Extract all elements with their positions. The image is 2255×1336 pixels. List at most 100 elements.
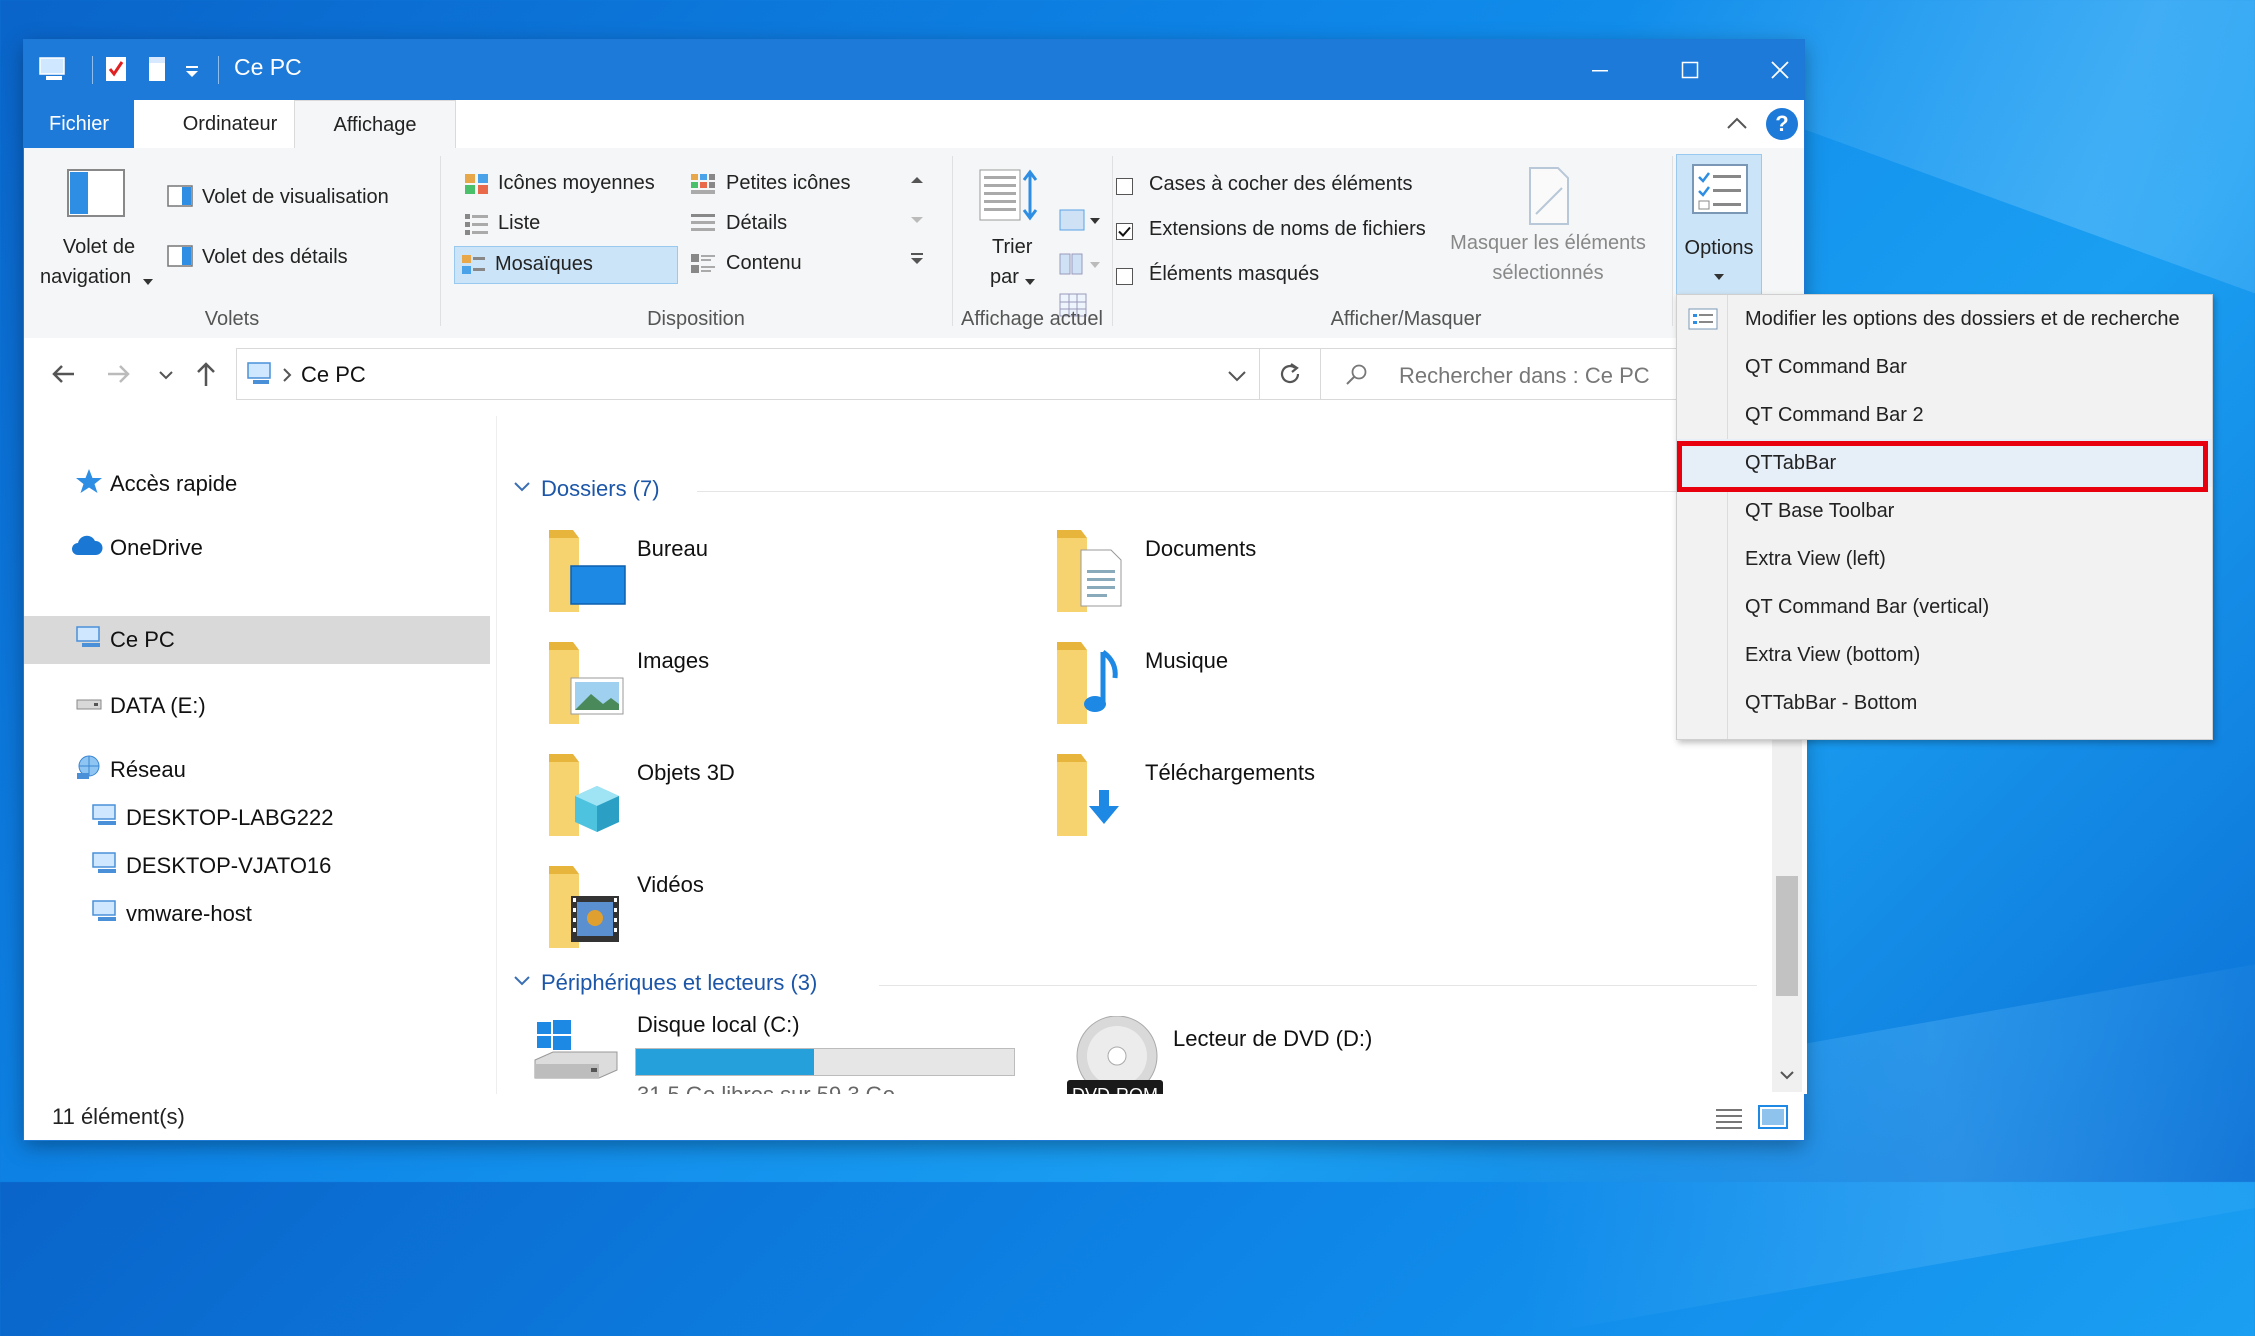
- menu-item-qttabbar-bottom[interactable]: QTTabBar - Bottom: [1677, 679, 2212, 727]
- preview-pane-button[interactable]: Volet de visualisation: [202, 186, 389, 209]
- layout-content[interactable]: Contenu: [684, 246, 904, 282]
- hidden-items-label[interactable]: Éléments masqués: [1149, 263, 1319, 286]
- navigation-pane-label[interactable]: Volet de: [58, 236, 140, 259]
- hide-selected-icon[interactable]: [1526, 166, 1572, 231]
- menu-item-extra-view-bottom[interactable]: Extra View (bottom): [1677, 631, 2212, 679]
- file-extensions-checkbox[interactable]: [1116, 223, 1133, 240]
- customize-quick-access-icon[interactable]: [182, 60, 202, 85]
- file-extensions-label[interactable]: Extensions de noms de fichiers: [1149, 218, 1426, 241]
- folder-musique[interactable]: Musique: [1055, 638, 1475, 738]
- folder-downloads[interactable]: Téléchargements: [1055, 750, 1475, 850]
- chevron-up-icon[interactable]: [1724, 112, 1750, 141]
- scrollbar-thumb[interactable]: [1776, 876, 1798, 996]
- desktop-folder-icon: [547, 526, 627, 621]
- sidebar-item-onedrive[interactable]: OneDrive: [24, 524, 494, 572]
- gallery-scroll-up-icon[interactable]: [910, 172, 924, 190]
- address-bar[interactable]: Ce PC: [236, 348, 1321, 400]
- computer-icon: [74, 624, 104, 656]
- back-arrow-icon[interactable]: [50, 362, 76, 391]
- maximize-button[interactable]: [1644, 40, 1736, 100]
- sidebar-item-this-pc[interactable]: Ce PC: [24, 616, 490, 664]
- chevron-down-icon[interactable]: [513, 974, 531, 992]
- group-separator: [952, 156, 953, 326]
- gallery-expand-icon[interactable]: [910, 252, 924, 271]
- small-icons-label: Petites icônes: [726, 172, 851, 194]
- computer-icon[interactable]: [38, 54, 70, 89]
- close-button[interactable]: [1734, 40, 1826, 100]
- folder-images[interactable]: Images: [547, 638, 967, 738]
- minimize-button[interactable]: [1554, 40, 1646, 100]
- menu-item-qt-base-toolbar[interactable]: QT Base Toolbar: [1677, 487, 2212, 535]
- folder-documents[interactable]: Documents: [1055, 526, 1475, 626]
- disk-usage-bar: [635, 1048, 1015, 1076]
- details-pane-icon[interactable]: [166, 244, 194, 273]
- menu-item-qt-command-bar-vertical[interactable]: QT Command Bar (vertical): [1677, 583, 2212, 631]
- address-dropdown-icon[interactable]: [1227, 369, 1247, 388]
- folder-3d-objects[interactable]: Objets 3D: [547, 750, 967, 850]
- separator: [92, 56, 93, 84]
- chevron-down-icon: [1713, 269, 1725, 287]
- sidebar-item-data-drive[interactable]: DATA (E:): [24, 682, 494, 730]
- menu-item-label: QTTabBar - Bottom: [1745, 691, 1918, 714]
- recent-locations-icon[interactable]: [158, 368, 174, 386]
- chevron-down-icon[interactable]: [142, 274, 154, 292]
- details-pane-button[interactable]: Volet des détails: [202, 246, 348, 269]
- scroll-down-icon[interactable]: [1778, 1068, 1796, 1087]
- preview-pane-icon[interactable]: [166, 184, 194, 213]
- folders-section-header[interactable]: Dossiers (7): [541, 476, 660, 502]
- help-icon[interactable]: ?: [1766, 108, 1798, 140]
- tab-file[interactable]: Fichier: [24, 100, 134, 148]
- search-input[interactable]: Rechercher dans : Ce PC: [1399, 363, 1650, 389]
- device-dvd-drive[interactable]: DVD-ROM Lecteur de DVD (D:): [1067, 1015, 1487, 1110]
- forward-arrow-icon[interactable]: [106, 362, 132, 391]
- folder-name: Vidéos: [637, 872, 704, 897]
- separator: [218, 56, 219, 84]
- navigation-pane-icon[interactable]: [66, 168, 126, 225]
- large-icons-view-icon[interactable]: [1758, 1104, 1788, 1135]
- layout-medium-icons[interactable]: Icônes moyennes: [456, 166, 676, 202]
- navigation-pane-label-2[interactable]: navigation: [40, 266, 131, 289]
- chevron-down-icon[interactable]: [513, 480, 531, 498]
- hidden-items-checkbox[interactable]: [1116, 268, 1133, 285]
- breadcrumb-current[interactable]: Ce PC: [301, 362, 366, 388]
- breadcrumb-chevron-icon[interactable]: [281, 367, 293, 388]
- hide-selected-label-2[interactable]: sélectionnés: [1448, 262, 1648, 285]
- menu-item-qt-command-bar-2[interactable]: QT Command Bar 2: [1677, 391, 2212, 439]
- layout-tiles[interactable]: Mosaïques: [454, 246, 678, 284]
- folder-bureau[interactable]: Bureau: [547, 526, 967, 626]
- folder-videos[interactable]: Vidéos: [547, 862, 967, 962]
- search-box[interactable]: Rechercher dans : Ce PC: [1320, 348, 1700, 400]
- devices-section-header[interactable]: Périphériques et lecteurs (3): [541, 970, 817, 996]
- new-folder-icon[interactable]: [144, 54, 170, 89]
- sidebar-item-vmware-host[interactable]: vmware-host: [24, 890, 494, 938]
- folder-name: Bureau: [637, 536, 708, 561]
- options-button[interactable]: Options: [1676, 154, 1762, 296]
- group-separator: [1112, 156, 1113, 326]
- item-checkboxes-checkbox[interactable]: [1116, 178, 1133, 195]
- sidebar-item-desktop-vjato16[interactable]: DESKTOP-VJATO16: [24, 842, 494, 890]
- properties-icon[interactable]: [102, 54, 130, 89]
- tab-computer[interactable]: Ordinateur: [150, 100, 310, 148]
- layout-details[interactable]: Détails: [684, 206, 904, 242]
- windows-drive-icon: [533, 1020, 619, 1089]
- gallery-scroll-down-icon[interactable]: [910, 212, 924, 230]
- refresh-icon[interactable]: [1277, 361, 1303, 392]
- group-by-icon[interactable]: [1058, 208, 1102, 239]
- section-divider: [697, 491, 1757, 492]
- sidebar-item-desktop-labg222[interactable]: DESKTOP-LABG222: [24, 794, 494, 842]
- tab-view[interactable]: Affichage: [294, 100, 456, 150]
- item-checkboxes-label[interactable]: Cases à cocher des éléments: [1149, 173, 1412, 196]
- layout-small-icons[interactable]: Petites icônes: [684, 166, 904, 202]
- menu-item-extra-view-left[interactable]: Extra View (left): [1677, 535, 2212, 583]
- sidebar-item-network[interactable]: Réseau: [24, 746, 494, 794]
- add-columns-icon[interactable]: [1058, 252, 1102, 283]
- details-view-icon[interactable]: [1714, 1106, 1744, 1135]
- up-arrow-icon[interactable]: [194, 360, 218, 393]
- sidebar-item-quick-access[interactable]: Accès rapide: [24, 460, 494, 508]
- menu-item-qt-command-bar[interactable]: QT Command Bar: [1677, 343, 2212, 391]
- content-icon: [690, 252, 716, 281]
- device-local-disk[interactable]: Disque local (C:) 31,5 Go libres sur 59,…: [533, 1012, 1053, 1107]
- menu-item-folder-options[interactable]: Modifier les options des dossiers et de …: [1677, 295, 2212, 343]
- hide-selected-label[interactable]: Masquer les éléments: [1448, 232, 1648, 255]
- layout-list[interactable]: Liste: [456, 206, 676, 242]
